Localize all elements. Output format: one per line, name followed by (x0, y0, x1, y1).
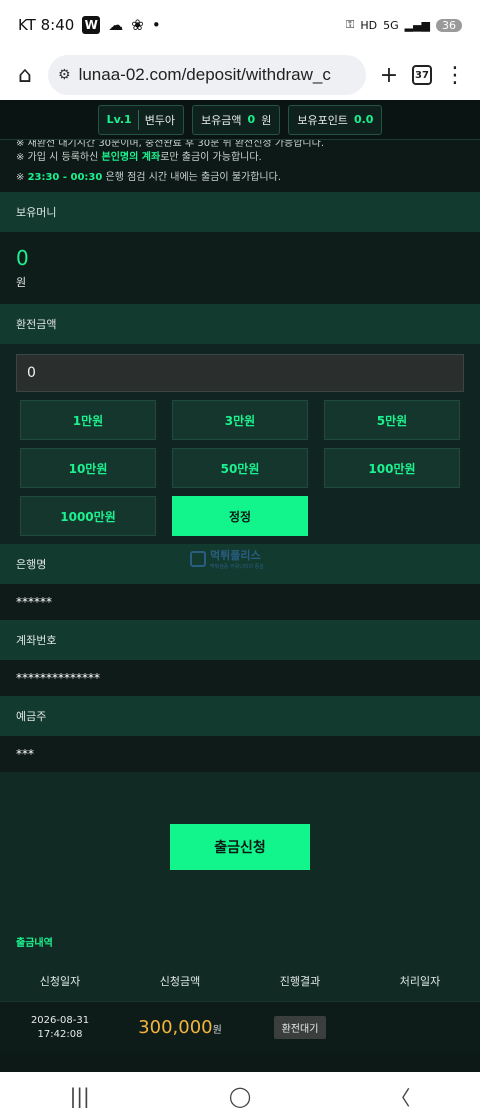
col-result: 진행결과 (279, 975, 321, 988)
notice-block: ※ 재환전 대기시간 30분이며, 충전완료 후 30분 뒤 환전신청 가능합니… (0, 140, 480, 188)
user-nickname: 변두아 (144, 113, 176, 127)
dot-icon: • (151, 16, 161, 34)
notice-line-1: ※ 재환전 대기시간 30분이며, 충전완료 후 30분 뒤 환전신청 가능합니… (16, 140, 324, 148)
holder-label: 예금주 (0, 696, 480, 736)
notice-text: ※ (16, 172, 28, 183)
amount-button-50k[interactable]: 5만원 (324, 400, 460, 440)
back-icon[interactable]: 〈 (390, 1082, 410, 1111)
notice-highlight: 23:30 - 00:30 (27, 172, 103, 183)
amount-button-100k[interactable]: 10만원 (20, 448, 156, 488)
battery-indicator: 36 (436, 18, 462, 32)
cloud-icon: ☁ (108, 16, 124, 34)
page-content: Lv.1 변두아 보유금액 0 원 보유포인트 0.0 ※ 재환전 대기시간 3… (0, 100, 480, 1072)
amount-button-10m[interactable]: 1000만원 (20, 496, 156, 536)
status-bar: KT 8:40 W ☁ ❀ • ⚿ HD 5G ▂▄▆ 36 (0, 0, 480, 50)
watermark-logo-icon (190, 550, 206, 567)
system-nav-bar: ||| ◯ 〈 (0, 1072, 480, 1120)
col-request-amount: 신청금액 (159, 975, 201, 988)
history-date: 2026-08-31 (30, 1014, 90, 1026)
site-settings-icon[interactable]: ⚙ (58, 67, 71, 83)
new-tab-icon[interactable]: + (376, 63, 402, 88)
col-processed-date: 처리일자 (399, 975, 441, 988)
history-time: 17:42:08 (37, 1028, 83, 1040)
url-text[interactable]: lunaa-02.com/deposit/withdraw_c (79, 65, 331, 85)
address-bar[interactable]: ⚙ lunaa-02.com/deposit/withdraw_c (48, 55, 366, 95)
reset-button[interactable]: 정정 (172, 496, 308, 536)
history-amount-unit: 원 (212, 1025, 222, 1036)
balance-label: 보유머니 (0, 192, 480, 232)
watermark-title: 먹튀폴리스 (210, 549, 261, 562)
notice-text: ※ 가입 시 등록하신 (16, 152, 102, 163)
user-level: Lv.1 (106, 113, 132, 126)
status-badge: 환전대기 (273, 1016, 327, 1039)
balance-area: 0 원 (0, 232, 480, 304)
key-icon: ⚿ (345, 18, 355, 31)
signal-icon: ▂▄▆ (404, 18, 430, 32)
submit-area: 출금신청 (0, 772, 480, 922)
amount-panel: 0 1만원 3만원 5만원 10만원 50만원 100만원 1000만원 정정 (0, 344, 480, 544)
withdraw-amount-label: 환전금액 (0, 304, 480, 344)
watermark: 먹튀폴리스 먹튀검증 커뮤니티의 중심 (190, 547, 264, 570)
history-amount: 300,000 (138, 1017, 213, 1038)
watermark-subtitle: 먹튀검증 커뮤니티의 중심 (210, 564, 264, 570)
home-icon[interactable]: ⌂ (12, 63, 38, 88)
notice-line-2: ※ 가입 시 등록하신 본인명의 계좌로만 출금이 가능합니다. (16, 148, 464, 168)
amount-button-30k[interactable]: 3만원 (172, 400, 308, 440)
notice-line-3: ※ 23:30 - 00:30 은행 점검 시간 내에는 출금이 불가합니다. (16, 168, 464, 188)
notice-text: 은행 점검 시간 내에는 출금이 불가합니다. (102, 172, 281, 183)
history-row: 2026-08-31 17:42:08 300,000원 환전대기 (0, 1001, 480, 1053)
col-request-date: 신청일자 (39, 975, 81, 988)
point-value: 0.0 (353, 113, 374, 126)
hd-icon: HD (360, 18, 378, 32)
amount-button-500k[interactable]: 50만원 (172, 448, 308, 488)
recent-apps-icon[interactable]: ||| (70, 1084, 90, 1108)
history-status-cell: 환전대기 (240, 1016, 360, 1039)
money-unit: 원 (261, 113, 272, 127)
w-app-icon: W (82, 16, 101, 34)
swirl-icon: ❀ (131, 16, 144, 34)
account-label: 계좌번호 (0, 620, 480, 660)
quick-amount-grid: 1만원 3만원 5만원 10만원 50만원 100만원 1000만원 정정 (16, 400, 464, 536)
holder-value: *** (0, 736, 480, 772)
amount-button-10k[interactable]: 1만원 (20, 400, 156, 440)
tab-switcher-button[interactable]: 37 (412, 65, 432, 85)
notice-text: 로만 출금이 가능합니다. (160, 152, 262, 163)
history-title: 출금내역 (0, 922, 480, 961)
balance-value: 0 (16, 246, 29, 270)
level-chip[interactable]: Lv.1 변두아 (97, 104, 185, 135)
money-chip[interactable]: 보유금액 0 원 (192, 104, 281, 135)
browser-toolbar: ⌂ ⚙ lunaa-02.com/deposit/withdraw_c + 37… (0, 50, 480, 100)
notice-highlight: 본인명의 계좌 (101, 152, 161, 163)
home-button-icon[interactable]: ◯ (229, 1084, 251, 1108)
withdraw-submit-button[interactable]: 출금신청 (170, 824, 310, 870)
amount-button-1m[interactable]: 100만원 (324, 448, 460, 488)
history-header: 신청일자 신청금액 진행결과 처리일자 (0, 961, 480, 1001)
history-date-cell: 2026-08-31 17:42:08 (0, 1014, 120, 1042)
balance-unit: 원 (16, 276, 27, 289)
chip-divider (137, 109, 139, 130)
user-info-bar: Lv.1 변두아 보유금액 0 원 보유포인트 0.0 (0, 100, 480, 140)
point-label: 보유포인트 (297, 113, 348, 127)
money-value: 0 (247, 113, 256, 126)
more-menu-icon[interactable]: ⋮ (442, 63, 468, 88)
withdraw-amount-input[interactable]: 0 (16, 354, 464, 392)
5g-icon: 5G (383, 18, 399, 32)
history-amount-cell: 300,000원 (120, 1017, 240, 1038)
money-label: 보유금액 (201, 113, 242, 127)
account-value: ************** (0, 660, 480, 696)
carrier-time: KT 8:40 (18, 16, 75, 34)
point-chip[interactable]: 보유포인트 0.0 (288, 104, 383, 135)
bank-value: ****** (0, 584, 480, 620)
